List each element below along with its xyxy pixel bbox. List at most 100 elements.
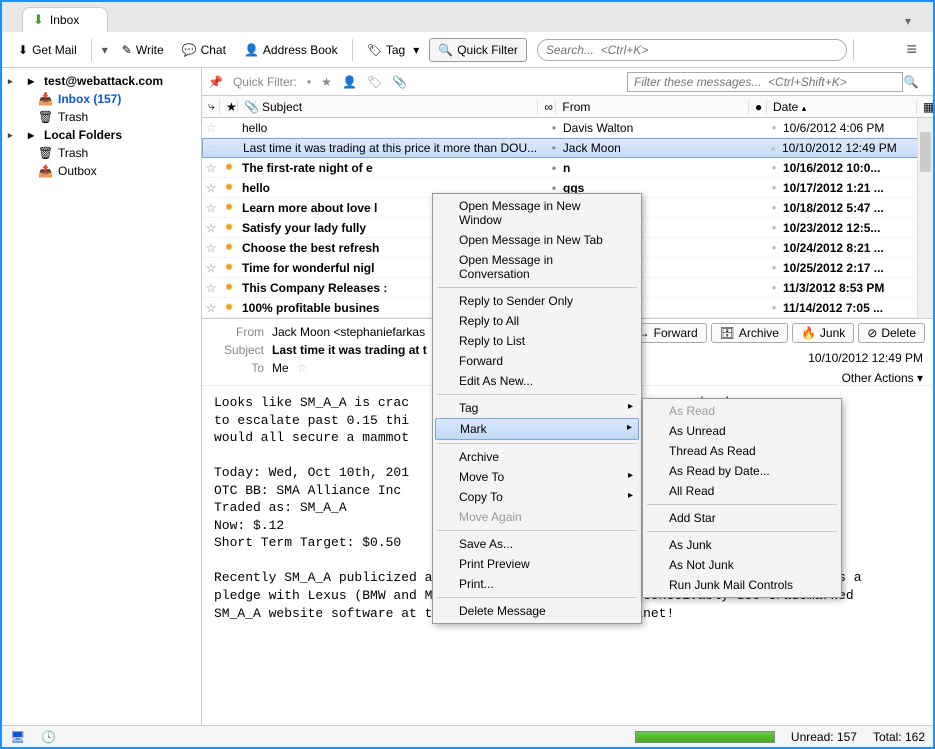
star-icon[interactable]: ☆ [202,241,220,255]
folder-label: Local Folders [44,128,122,142]
row-date: 10/16/2012 10:0... [783,161,933,175]
expand-icon: ▸ [8,76,18,87]
column-headers: ⤷ ★ 📎 Subject ∞ From ● Date ▴ ▦ [202,96,933,118]
star-icon[interactable]: ☆ [202,181,220,195]
dropdown-icon[interactable]: ▾ [98,43,112,57]
menu-item-as-junk[interactable]: As Junk [645,535,839,555]
quickfilter-input[interactable] [627,72,903,92]
star-filter-icon[interactable]: ★ [321,75,332,89]
star-icon[interactable]: ☆ [202,221,220,235]
quick-filter-button[interactable]: 🔍Quick Filter [429,38,527,62]
archive-button[interactable]: 🗄Archive [711,323,788,343]
correspondent-column[interactable]: ∞ [538,100,556,114]
folder-node[interactable]: 📥Inbox (157) [2,90,201,108]
junk-indicator: ● [765,183,783,192]
scrollbar-thumb[interactable] [920,132,931,172]
star-icon[interactable]: ☆ [297,361,308,375]
write-button[interactable]: ✎Write [114,39,172,61]
folder-label: Trash [58,146,88,160]
account-node[interactable]: ▸▸test@webattack.com [2,72,201,90]
attachment-filter-icon[interactable]: 📎 [392,75,407,89]
menu-item-mark[interactable]: Mark [435,418,639,440]
menu-item-tag[interactable]: Tag [435,398,639,418]
star-icon[interactable]: ☆ [202,161,220,175]
junk-indicator: ● [765,163,783,172]
menu-item-archive[interactable]: Archive [435,447,639,467]
menu-item-reply[interactable]: Reply to List [435,331,639,351]
row-subject: hello [238,121,545,135]
menu-item-print[interactable]: Print... [435,574,639,594]
quickfilter-search-icon[interactable]: 🔍 [903,75,919,89]
activity-icon[interactable]: 🕓 [41,730,56,744]
column-picker-icon[interactable]: ▦ [917,100,933,114]
star-column[interactable]: ★ [220,100,238,114]
from-label: From [210,325,264,339]
menu-item-as-read-by-date-[interactable]: As Read by Date... [645,461,839,481]
thread-column[interactable]: ⤷ [202,99,220,114]
star-icon[interactable]: ☆ [202,281,220,295]
search-icon: 🔍 [438,43,453,57]
menu-item-reply[interactable]: Reply to All [435,311,639,331]
menu-item-add-star[interactable]: Add Star [645,508,839,528]
star-icon[interactable]: ☆ [202,121,220,135]
unread-filter-icon[interactable]: • [307,75,311,89]
chat-icon: 💬 [182,43,197,57]
unread-indicator: ✹ [220,302,238,313]
address-book-button[interactable]: 👤Address Book [236,39,346,61]
tag-button[interactable]: 🏷Tag▾ [359,39,428,61]
folder-node[interactable]: 🗑Trash [2,108,201,126]
from-column[interactable]: From [556,100,749,114]
quickfilter-bar: 📌 Quick Filter: • ★ 👤 🏷 📎 🔍 [202,68,933,96]
menu-item-reply[interactable]: Reply to Sender Only [435,291,639,311]
star-icon[interactable]: ☆ [202,201,220,215]
menu-item-open[interactable]: Open Message in Conversation [435,250,639,284]
tab-dropdown[interactable]: ▾ [897,10,919,32]
star-icon[interactable]: ☆ [202,261,220,275]
junk-column[interactable]: ● [749,100,767,114]
search-input[interactable] [537,39,847,61]
message-row[interactable]: ☆hello•Davis Walton●10/6/2012 4:06 PM [202,118,933,138]
folder-node[interactable]: 🗑Trash [2,144,201,162]
star-icon[interactable]: ☆ [202,301,220,315]
online-icon[interactable]: 🖥 [10,730,25,744]
menu-item-delete[interactable]: Delete Message [435,601,639,621]
tab-inbox[interactable]: ⬇ Inbox [22,7,108,32]
subject-column[interactable]: Subject [256,100,538,114]
from-value: Jack Moon <stephaniefarkas [272,325,425,339]
menu-item-as-not-junk[interactable]: As Not Junk [645,555,839,575]
tag-filter-icon[interactable]: 🏷 [367,75,382,89]
date-column[interactable]: Date ▴ [767,100,917,114]
menu-item-as-unread[interactable]: As Unread [645,421,839,441]
junk-button[interactable]: 🔥Junk [792,323,854,343]
star-icon[interactable]: ☆ [203,141,221,155]
tag-icon: 🏷 [367,43,382,57]
menu-item-thread-as-read[interactable]: Thread As Read [645,441,839,461]
message-row[interactable]: ☆✹The first-rate night of e•n●10/16/2012… [202,158,933,178]
chat-button[interactable]: 💬Chat [174,39,234,61]
contact-filter-icon[interactable]: 👤 [342,75,357,89]
app-menu-button[interactable]: ≡ [898,35,925,64]
delete-button[interactable]: ⊘Delete [858,323,925,343]
scrollbar[interactable] [917,118,933,318]
attachment-column[interactable]: 📎 [238,100,256,114]
menu-item-printpv[interactable]: Print Preview [435,554,639,574]
pin-icon[interactable]: 📌 [208,75,223,89]
menu-item-run-junk-mail-controls[interactable]: Run Junk Mail Controls [645,575,839,595]
folder-node[interactable]: 📤Outbox [2,162,201,180]
menu-item-all-read[interactable]: All Read [645,481,839,501]
menu-item-save[interactable]: Save As... [435,534,639,554]
menu-item-open[interactable]: Open Message in New Window [435,196,639,230]
row-from: Davis Walton [563,121,765,135]
header-date: 10/10/2012 12:49 PM [808,351,923,365]
unread-indicator: ✹ [220,282,238,293]
menu-item-copy[interactable]: Copy To [435,487,639,507]
message-row[interactable]: ☆Last time it was trading at this price … [202,138,933,158]
account-node[interactable]: ▸▸Local Folders [2,126,201,144]
get-mail-button[interactable]: ⬇Get Mail [10,39,85,61]
status-bar: 🖥 🕓 Unread: 157 Total: 162 [2,725,933,747]
menu-item-move[interactable]: Move To [435,467,639,487]
menu-item-open[interactable]: Open Message in New Tab [435,230,639,250]
menu-item-edit[interactable]: Edit As New... [435,371,639,391]
menu-item-fwd[interactable]: Forward [435,351,639,371]
other-actions-button[interactable]: Other Actions [842,371,914,385]
